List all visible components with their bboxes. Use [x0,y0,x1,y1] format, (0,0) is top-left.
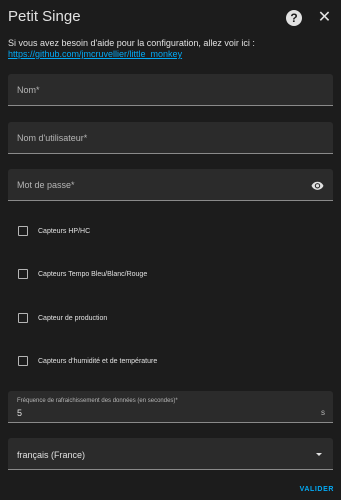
name-field-label: Nom* [17,85,40,95]
close-icon[interactable]: ✕ [316,9,333,26]
checkbox-production[interactable] [18,313,28,323]
language-select-value: français (France) [17,450,86,460]
checkbox-label: Capteurs Tempo Bleu/Blanc/Rouge [38,271,148,278]
checkbox-humidity[interactable] [18,356,28,366]
eye-icon[interactable] [311,179,324,192]
password-field-label: Mot de passe* [17,180,75,190]
config-dialog: Petit Singe ? ✕ Si vous avez besoin d'ai… [0,0,341,500]
password-field[interactable]: Mot de passe* [8,169,333,201]
help-text: Si vous avez besoin d'aide pour la confi… [8,38,255,48]
refresh-frequency-label: Fréquence de rafraichissement des donnée… [17,398,178,404]
submit-button[interactable]: VALIDER [294,484,334,496]
chevron-down-icon[interactable] [316,453,322,456]
username-field[interactable]: Nom d'utilisateur* [8,122,333,154]
refresh-frequency-suffix: s [321,408,325,417]
username-field-label: Nom d'utilisateur* [17,133,88,143]
checkbox-label: Capteurs HP/HC [38,228,91,235]
checkbox-label: Capteur de production [38,315,108,322]
checkbox-label: Capteurs d'humidité et de température [38,358,158,365]
checkbox-tempo[interactable] [18,269,28,279]
help-link[interactable]: https://github.com/jmcruvellier/little_m… [8,49,182,60]
name-field[interactable]: Nom* [8,74,333,106]
checkbox-hphc[interactable] [18,226,28,236]
refresh-frequency-field[interactable]: Fréquence de rafraichissement des donnée… [8,391,333,423]
language-select[interactable]: français (France) [8,438,333,470]
help-circle-icon[interactable]: ? [286,10,302,26]
dialog-title: Petit Singe [8,8,81,25]
refresh-frequency-value: 5 [17,408,23,418]
